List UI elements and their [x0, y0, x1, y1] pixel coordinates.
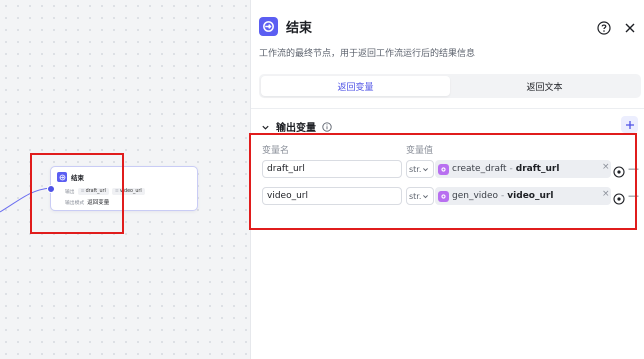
section-title: 输出变量 — [276, 123, 316, 134]
add-variable-button[interactable] — [621, 116, 638, 133]
tab-return-variable[interactable]: 返回变量 — [261, 76, 450, 96]
panel-description: 工作流的最终节点，用于返回工作流运行后的结果信息 — [259, 49, 476, 59]
tab-return-text[interactable]: 返回文本 — [450, 76, 639, 96]
divider — [251, 108, 644, 109]
output-mode-tabs: 返回变量 返回文本 — [259, 74, 641, 98]
close-icon[interactable] — [623, 20, 637, 34]
highlight-box-node — [30, 153, 124, 234]
workflow-canvas[interactable]: 结束 输出 ≡draft_url ≡video_url 输出模式 返回变量 — [0, 0, 250, 359]
end-node-icon — [259, 17, 278, 36]
plus-icon — [625, 120, 634, 129]
help-circle-icon[interactable] — [597, 20, 611, 35]
panel-title: 结束 — [286, 21, 313, 36]
highlight-box-output-variables — [249, 133, 637, 230]
